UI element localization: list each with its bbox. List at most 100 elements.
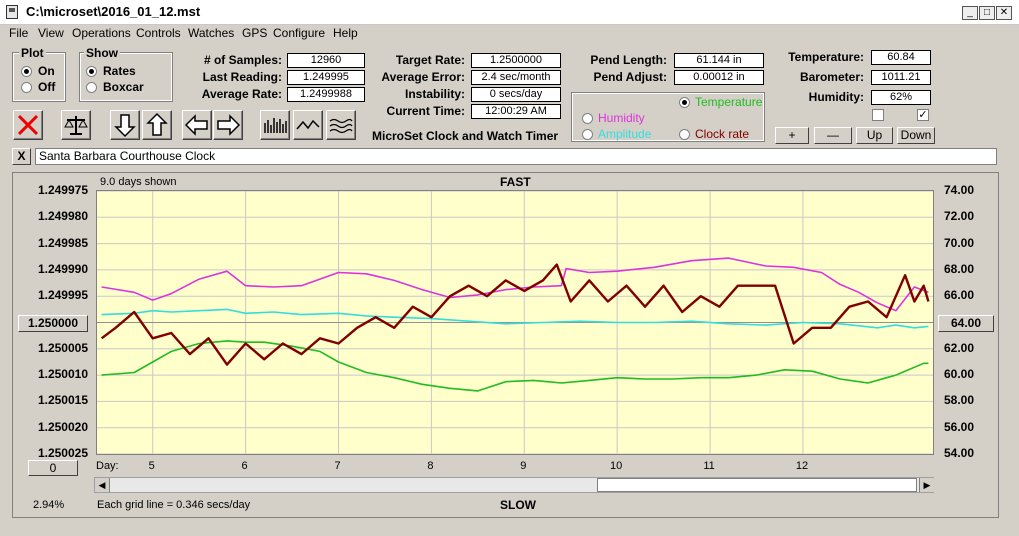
slow-label: SLOW [500, 498, 536, 512]
arrow-left-icon [184, 114, 208, 136]
humidity-overlay-label: Humidity [598, 111, 645, 125]
app-icon [6, 5, 18, 19]
arrow-down-icon [114, 114, 136, 138]
temperature-overlay-label: Temperature [695, 95, 763, 109]
down-button[interactable]: Down [897, 127, 935, 144]
menu-view[interactable]: View [38, 26, 64, 40]
plot-off-radio[interactable] [21, 82, 32, 93]
rates-label: Rates [103, 64, 136, 78]
x-tick-label: 10 [610, 460, 623, 472]
left-tick-label: 1.249990 [37, 261, 88, 276]
right-tick-label: 72.00 [944, 209, 975, 224]
up-button[interactable]: Up [856, 127, 893, 144]
humidity-radio[interactable] [582, 113, 593, 124]
scroll-up-button[interactable] [142, 110, 172, 140]
x-tick-label: 9 [520, 460, 527, 472]
left-tick-label: 1.250020 [37, 419, 88, 434]
amplitude-radio[interactable] [582, 129, 593, 140]
menu-gps[interactable]: GPS [242, 26, 267, 40]
clock-name-field[interactable]: Santa Barbara Courthouse Clock [35, 148, 997, 165]
samples-value: 12960 [287, 53, 365, 68]
menu-configure[interactable]: Configure [273, 26, 325, 40]
filter-button[interactable] [326, 110, 356, 140]
pend-adjust-value: 0.00012 in [674, 70, 764, 85]
offset-box[interactable]: 0 [28, 460, 78, 476]
plot-group-label: Plot [19, 46, 46, 60]
maximize-icon[interactable]: □ [979, 6, 995, 20]
minimize-icon[interactable]: _ [962, 6, 978, 20]
x-tick-label: 8 [427, 460, 434, 472]
last-reading-value: 1.249995 [287, 70, 365, 85]
temperature-label: Temperature: [788, 50, 864, 64]
right-tick-label: 58.00 [944, 393, 975, 408]
raw-data-button[interactable] [260, 110, 290, 140]
checkbox-1[interactable] [872, 109, 884, 121]
balance-button[interactable] [61, 110, 91, 140]
pend-adjust-label: Pend Adjust: [593, 70, 667, 84]
wave-icon [296, 119, 320, 130]
center-temp-button[interactable]: 64.00 [938, 315, 994, 332]
menu-controls[interactable]: Controls [136, 26, 181, 40]
menu-help[interactable]: Help [333, 26, 358, 40]
left-tick-label: 1.250025 [37, 446, 88, 460]
right-tick-label: 74.00 [944, 183, 975, 197]
instability-value: 0 secs/day [471, 87, 561, 102]
clock-rate-radio[interactable] [679, 129, 690, 140]
rate-chart [97, 191, 933, 454]
horizontal-scrollbar[interactable]: ◀ ▶ [94, 477, 934, 493]
average-rate-label: Average Rate: [201, 87, 282, 101]
instability-label: Instability: [404, 87, 465, 101]
center-rate-button[interactable]: 1.250000 [18, 315, 88, 332]
menu-watches[interactable]: Watches [188, 26, 234, 40]
close-clock-button[interactable]: X [12, 148, 31, 165]
target-rate-label: Target Rate: [395, 53, 465, 67]
boxcar-label: Boxcar [103, 80, 144, 94]
plot-on-radio[interactable] [21, 66, 32, 77]
smooth-button[interactable] [293, 110, 323, 140]
fast-label: FAST [500, 175, 531, 189]
pend-length-label: Pend Length: [590, 53, 667, 67]
right-tick-label: 60.00 [944, 367, 975, 382]
close-icon[interactable]: ✕ [996, 6, 1012, 20]
menu-file[interactable]: File [9, 26, 28, 40]
temperature-radio[interactable] [679, 97, 690, 108]
right-tick-label: 66.00 [944, 288, 975, 303]
menu-operations[interactable]: Operations [72, 26, 131, 40]
scroll-right-button[interactable] [213, 110, 243, 140]
humidity-value: 62% [871, 90, 931, 105]
minus-button[interactable]: — [814, 127, 852, 144]
pend-length-value: 61.144 in [674, 53, 764, 68]
title-bar: C:\microset\2016_01_12.mst _ □ ✕ [0, 0, 1019, 25]
menu-bar: File View Operations Controls Watches GP… [0, 24, 1019, 42]
average-error-label: Average Error: [381, 70, 465, 84]
left-tick-label: 1.250015 [37, 393, 88, 408]
right-tick-label: 62.00 [944, 340, 975, 355]
clear-button[interactable] [13, 110, 43, 140]
plus-button[interactable]: + [775, 127, 809, 144]
target-rate-value: 1.2500000 [471, 53, 561, 68]
scroll-left-arrow-icon[interactable]: ◀ [95, 478, 110, 492]
amplitude-overlay-label: Amplitude [598, 127, 652, 141]
boxcar-radio[interactable] [86, 82, 97, 93]
wavy-lines-icon [329, 118, 353, 134]
bar-graph-icon [264, 118, 287, 133]
grid-note: Each grid line = 0.346 secs/day [97, 499, 251, 511]
scroll-down-button[interactable] [110, 110, 140, 140]
rates-radio[interactable] [86, 66, 97, 77]
right-tick-label: 56.00 [944, 419, 975, 434]
last-reading-label: Last Reading: [202, 70, 282, 84]
samples-label: # of Samples: [203, 53, 282, 67]
left-tick-label: 1.249995 [37, 288, 88, 303]
scroll-left-button[interactable] [182, 110, 212, 140]
checkbox-2[interactable]: ✓ [917, 109, 929, 121]
left-tick-label: 1.249980 [37, 209, 88, 224]
days-shown-label: 9.0 days shown [100, 176, 177, 188]
barometer-label: Barometer: [799, 70, 864, 84]
x-tick-label: 12 [795, 460, 809, 472]
scroll-right-arrow-icon[interactable]: ▶ [919, 478, 934, 492]
humidity-label: Humidity: [808, 90, 864, 104]
plot-on-label: On [38, 64, 55, 78]
x-tick-label: 6 [241, 460, 248, 472]
scroll-thumb[interactable] [597, 478, 917, 492]
average-error-value: 2.4 sec/month [471, 70, 561, 85]
